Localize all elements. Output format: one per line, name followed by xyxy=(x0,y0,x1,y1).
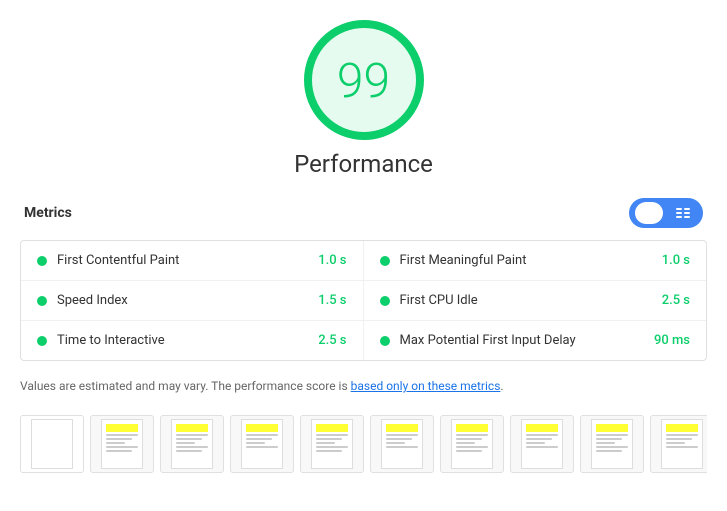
metric-status-dot xyxy=(37,336,47,346)
metric-status-dot xyxy=(380,296,390,306)
metric-row: First Contentful Paint 1.0 s xyxy=(21,241,364,281)
grid-view-button[interactable] xyxy=(669,202,697,224)
metric-value: 1.0 s xyxy=(662,253,690,268)
metrics-link[interactable]: based only on these metrics xyxy=(351,379,501,393)
filmstrip-frame xyxy=(440,415,504,473)
metric-status-dot xyxy=(37,296,47,306)
score-value: 99 xyxy=(337,52,390,109)
filmstrip-frame xyxy=(160,415,224,473)
metric-name: First Contentful Paint xyxy=(57,253,308,268)
grid-icon xyxy=(675,205,691,221)
view-toggle xyxy=(629,198,703,228)
metric-value: 1.5 s xyxy=(318,293,346,308)
metric-name: Max Potential First Input Delay xyxy=(400,333,644,348)
metric-status-dot xyxy=(37,256,47,266)
metric-row: First CPU Idle 2.5 s xyxy=(364,281,707,321)
filmstrip-frame xyxy=(650,415,707,473)
score-label: Performance xyxy=(294,150,433,178)
filmstrip-frame xyxy=(580,415,644,473)
metric-row: Time to Interactive 2.5 s xyxy=(21,321,364,360)
metrics-grid: First Contentful Paint 1.0 s First Meani… xyxy=(20,240,707,361)
metric-value: 2.5 s xyxy=(662,293,690,308)
filmstrip-frame xyxy=(510,415,574,473)
metrics-header: Metrics xyxy=(20,198,707,228)
note-text: Values are estimated and may vary. The p… xyxy=(20,377,707,395)
metrics-title: Metrics xyxy=(24,205,72,221)
metric-name: Time to Interactive xyxy=(57,333,308,348)
metric-row: Speed Index 1.5 s xyxy=(21,281,364,321)
list-view-button[interactable] xyxy=(635,202,663,224)
metric-name: Speed Index xyxy=(57,293,308,308)
filmstrip-frame xyxy=(90,415,154,473)
list-icon xyxy=(641,205,657,221)
metric-status-dot xyxy=(380,336,390,346)
metric-name: First Meaningful Paint xyxy=(400,253,652,268)
filmstrip-frame xyxy=(230,415,294,473)
metric-value: 90 ms xyxy=(654,333,690,348)
metric-status-dot xyxy=(380,256,390,266)
score-section: 99 Performance xyxy=(20,20,707,178)
metric-value: 2.5 s xyxy=(318,333,346,348)
metric-row: Max Potential First Input Delay 90 ms xyxy=(364,321,707,360)
metric-value: 1.0 s xyxy=(318,253,346,268)
filmstrip xyxy=(20,411,707,477)
filmstrip-frame xyxy=(20,415,84,473)
metric-row: First Meaningful Paint 1.0 s xyxy=(364,241,707,281)
filmstrip-frame xyxy=(300,415,364,473)
score-circle: 99 xyxy=(304,20,424,140)
filmstrip-frame xyxy=(370,415,434,473)
metric-name: First CPU Idle xyxy=(400,293,652,308)
